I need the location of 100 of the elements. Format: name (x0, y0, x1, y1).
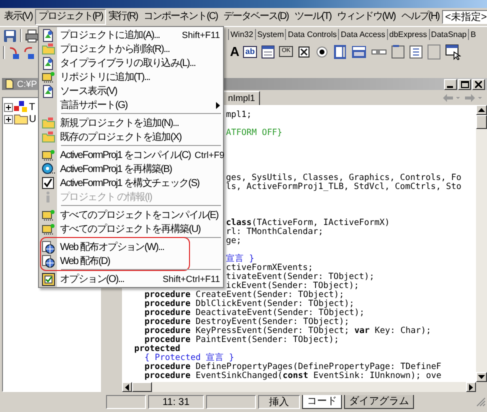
submenu-arrow-icon (216, 102, 220, 109)
code-line: ctiveFormXEvents; (226, 263, 313, 273)
scroll-up-button[interactable] (476, 105, 487, 115)
checkmark-icon (42, 177, 54, 189)
close-icon (475, 80, 482, 88)
scrollbar-thumb[interactable] (476, 115, 487, 129)
menu-item[interactable]: プロジェクト(P) (35, 9, 106, 25)
desktop-dropdown[interactable]: <未指定> (442, 10, 487, 24)
palette-tab[interactable]: System (254, 29, 286, 40)
maximize-icon (460, 80, 468, 88)
palette-tab[interactable]: Data Access (338, 29, 387, 40)
radio-tool-icon[interactable] (315, 44, 330, 58)
code-line: procedure DeactivateEvent(Sender: TObject); (143, 308, 365, 318)
menu-item[interactable]: すべてのプロジェクトをコンパイル(E) (39, 208, 223, 222)
scroll-right-button[interactable] (466, 382, 476, 392)
insert-mode: 挿入 (258, 395, 300, 409)
view-tab[interactable]: ダイアグラム (344, 395, 414, 409)
document-icon (42, 84, 54, 98)
menu-item[interactable]: 新規プロジェクトを追加(N)... (39, 116, 223, 130)
code-line: procedure DefinePropertyPages(DefinePropertyPage: TDefineF (143, 362, 442, 372)
code-line: ges, SysUtils, Classes, Graphics, Controls, Fo (226, 173, 462, 183)
window-cursor-icon[interactable] (445, 44, 462, 60)
view-tab[interactable]: コード (302, 395, 342, 409)
menu-item[interactable]: Web 配布オプション(W)... (39, 240, 223, 254)
resize-grip-icon[interactable] (476, 397, 486, 407)
menu-item[interactable]: 言語サポート(G) (39, 98, 223, 112)
label-tool-letter[interactable]: A (230, 44, 240, 58)
palette-tab[interactable]: Win32 (228, 29, 255, 40)
scrollbar-thumb[interactable] (132, 382, 152, 392)
code-line: procedure EventSinkChanged(const EventSink: IUnknown); ove (143, 371, 442, 381)
palette-tab[interactable]: dbExpress (386, 29, 429, 40)
folder-icon (42, 131, 54, 143)
globe-icon (42, 240, 54, 254)
combobox-tool-icon[interactable] (351, 44, 368, 58)
code-line: tivateEvent(Sender: TObject); (226, 272, 374, 282)
printer-icon[interactable] (25, 28, 39, 42)
menu-item[interactable]: コンポーネント(C) (140, 9, 220, 25)
expand-toggle[interactable] (4, 102, 13, 112)
menu-item[interactable]: データベース(D) (220, 9, 292, 25)
document-icon (5, 79, 14, 89)
expand-toggle[interactable] (4, 114, 13, 124)
menu-item[interactable]: ウィンドウ(W) (334, 9, 398, 25)
radiogroup-tool-icon[interactable] (409, 44, 424, 60)
menu-item[interactable]: 表示(V) (1, 9, 36, 25)
close-button[interactable] (472, 78, 485, 90)
menu-item[interactable]: ActiveFormProj1 を再構築(B) (39, 162, 223, 176)
menu-item[interactable]: ヘルプ(H) (398, 9, 442, 25)
editor-tab[interactable]: nImpl1 (223, 91, 260, 105)
vertical-scrollbar[interactable] (476, 105, 487, 382)
folder-icon (42, 117, 54, 129)
checkbox-tool-icon[interactable] (297, 44, 312, 58)
code-line: mpl1; (226, 110, 252, 120)
tree-item[interactable]: U (29, 114, 36, 124)
code-line: procedure KeyPressEvent(Sender: TObject; var Key: Char); (143, 326, 432, 336)
palette-tab[interactable]: B (468, 29, 478, 40)
code-line: procedure DestroyEvent(Sender: TObject); (143, 317, 350, 327)
menu-item[interactable]: ActiveFormProj1 を構文チェック(S) (39, 176, 223, 190)
code-line: ls, ActiveFormProj1_TLB, StdVcl, ComCtrls, Sto (226, 182, 462, 192)
box-icon (42, 71, 54, 83)
memo-tool-icon[interactable] (260, 44, 275, 58)
step-arrow-icon[interactable] (8, 46, 20, 60)
scroll-down-button[interactable] (476, 372, 487, 382)
minimize-button[interactable] (444, 78, 457, 90)
menu-item[interactable]: ツール(T) (291, 9, 334, 25)
folder-icon (14, 113, 28, 125)
cursor-position: 11: 31 (148, 395, 204, 409)
horizontal-scrollbar[interactable] (122, 382, 476, 392)
palette-tab[interactable]: Data Controls (285, 29, 338, 40)
maximize-button[interactable] (458, 78, 471, 90)
box-icon (42, 149, 54, 161)
menu-item[interactable]: すべてのプロジェクトを再構築(U) (39, 222, 223, 236)
menu-item[interactable]: リポジトリに追加(T)... (39, 70, 223, 84)
menu-item[interactable]: プロジェクトから削除(R)... (39, 42, 223, 56)
code-line: ATFORM OFF} (226, 128, 282, 138)
groupbox-tool-icon[interactable] (391, 44, 406, 60)
listbox-tool-icon[interactable] (333, 44, 348, 60)
menu-item[interactable]: 既存のプロジェクトを追加(X) (39, 130, 223, 144)
box-icon (42, 223, 54, 235)
disc-icon (42, 163, 54, 175)
menu-item[interactable]: オプション(O)... Shift+Ctrl+F11 (39, 272, 223, 286)
folder-icon (42, 43, 54, 55)
tree-item[interactable]: T (29, 102, 36, 112)
palette-tab[interactable]: DataSnap (428, 29, 468, 40)
menu-item[interactable]: Web 配布(D) (39, 254, 223, 268)
step-arrow-icon[interactable] (23, 46, 35, 60)
scroll-left-button[interactable] (122, 382, 132, 392)
code-line: 宣言 } (226, 254, 254, 264)
menu-item[interactable]: タイプライブラリの取り込み(L)... (39, 56, 223, 70)
menu-item[interactable]: ActiveFormProj1 をコンパイル(C) Ctrl+F9 (39, 148, 223, 162)
code-line: { Protected 宣言 } (144, 353, 234, 363)
menu-item[interactable]: 実行(R) (106, 9, 141, 25)
code-line: ge; (226, 236, 242, 246)
code-line: rl: TMonthCalendar; (226, 227, 324, 237)
box-icon (42, 209, 54, 221)
code-line: protected (133, 344, 180, 354)
edit-tool-icon[interactable]: ab (243, 46, 257, 58)
checklist-icon (42, 272, 54, 286)
document-icon (42, 56, 54, 70)
menu-item[interactable]: プロジェクトに追加(A)... Shift+F11 (39, 28, 223, 42)
menu-item[interactable]: ソース表示(V) (39, 84, 223, 98)
